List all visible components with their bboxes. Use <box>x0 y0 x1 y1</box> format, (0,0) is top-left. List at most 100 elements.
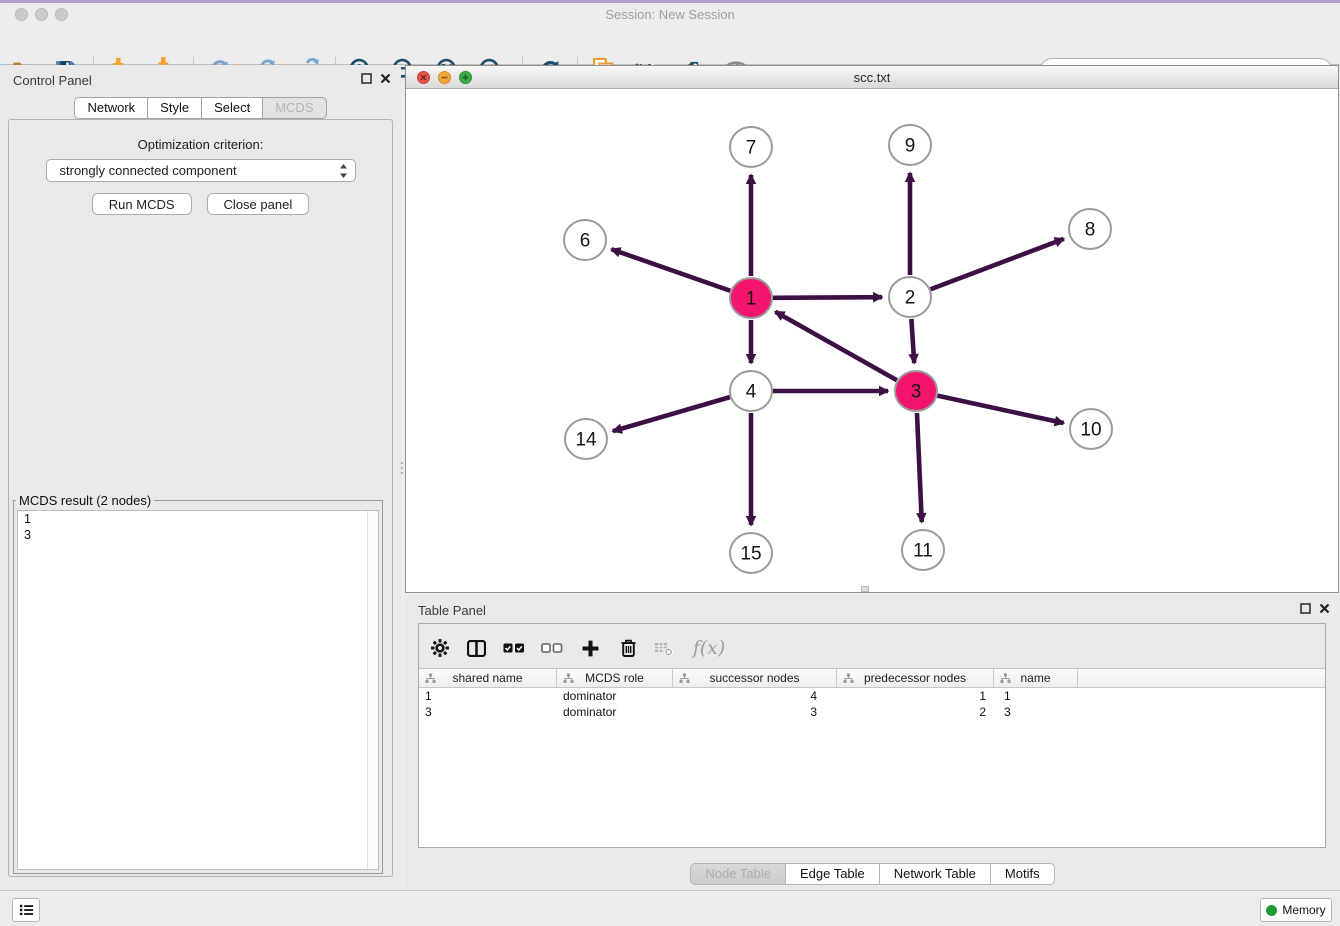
table-row[interactable]: 1dominator411 <box>419 688 1325 704</box>
control-panel-tabs: NetworkStyleSelectMCDS <box>0 97 401 119</box>
table-header-row: shared name MCDS role successor nodes prede… <box>419 669 1325 688</box>
edge-2-8[interactable] <box>931 239 1064 289</box>
float-panel-icon[interactable] <box>1300 603 1311 614</box>
table-toolbar: f(x) <box>419 624 1325 669</box>
add-column-icon[interactable] <box>577 636 603 660</box>
edge-3-10[interactable] <box>937 396 1063 423</box>
control-tab-mcds[interactable]: MCDS <box>263 97 326 119</box>
hierarchy-icon <box>1000 673 1011 684</box>
cell-MCDS-role[interactable]: dominator <box>557 688 673 704</box>
svg-text:10: 10 <box>1080 420 1101 441</box>
table-panel: Table Panel <box>405 595 1340 890</box>
edge-3-11[interactable] <box>917 413 922 522</box>
cell-name[interactable]: 3 <box>994 704 1078 720</box>
criterion-dropdown[interactable]: strongly connected component <box>46 159 356 182</box>
network-graph[interactable]: 7 9 6 8 1 2 4 3 14 10 15 11 <box>406 89 1338 592</box>
edge-3-1[interactable] <box>775 312 896 380</box>
close-panel-icon[interactable] <box>1319 603 1330 614</box>
hierarchy-icon <box>563 673 574 684</box>
column-header-predecessor-nodes[interactable]: predecessor nodes <box>837 669 994 687</box>
node-9[interactable]: 9 <box>889 125 931 165</box>
cell-successor-nodes[interactable]: 3 <box>673 704 837 720</box>
tab-node-table[interactable]: Node Table <box>690 863 786 885</box>
criterion-dropdown-value: strongly connected component <box>60 163 237 178</box>
svg-text:4: 4 <box>746 382 757 403</box>
node-2[interactable]: 2 <box>889 277 931 317</box>
edge-2-3[interactable] <box>911 319 914 363</box>
deselect-all-icon[interactable] <box>539 636 565 660</box>
node-10[interactable]: 10 <box>1070 409 1112 449</box>
function-builder-icon[interactable]: f(x) <box>691 636 727 660</box>
mcds-result-item[interactable]: 3 <box>18 527 378 543</box>
result-scrollbar[interactable] <box>367 511 378 869</box>
node-4[interactable]: 4 <box>730 371 772 411</box>
node-3[interactable]: 3 <box>895 371 937 411</box>
session-title: Session: New Session <box>0 7 1340 22</box>
cell-MCDS-role[interactable]: dominator <box>557 704 673 720</box>
close-panel-icon[interactable] <box>380 73 391 84</box>
tab-edge-table[interactable]: Edge Table <box>786 863 880 885</box>
mcds-result-item[interactable]: 1 <box>18 511 378 527</box>
tab-network-table[interactable]: Network Table <box>880 863 991 885</box>
control-panel: Control Panel NetworkStyleSelectMCDS Opt… <box>0 65 401 890</box>
select-all-icon[interactable] <box>501 636 527 660</box>
splitter-grip[interactable] <box>861 586 869 592</box>
float-panel-icon[interactable] <box>361 73 372 84</box>
node-8[interactable]: 8 <box>1069 209 1111 249</box>
task-history-button[interactable] <box>12 898 40 922</box>
optimization-criterion-label: Optimization criterion: <box>9 137 392 152</box>
node-1[interactable]: 1 <box>730 278 772 318</box>
network-view-title: scc.txt <box>406 70 1338 85</box>
node-14[interactable]: 14 <box>565 419 607 459</box>
control-panel-title: Control Panel <box>13 73 92 88</box>
close-panel-button[interactable]: Close panel <box>207 193 310 215</box>
control-panel-header: Control Panel <box>0 65 401 95</box>
svg-text:2: 2 <box>905 288 916 309</box>
table-row[interactable]: 3dominator323 <box>419 704 1325 720</box>
memory-button[interactable]: Memory <box>1260 898 1332 922</box>
column-header-name[interactable]: name <box>994 669 1078 687</box>
hierarchy-icon <box>425 673 436 684</box>
cell-predecessor-nodes[interactable]: 2 <box>837 704 994 720</box>
node-7[interactable]: 7 <box>730 127 772 167</box>
settings-gear-icon[interactable] <box>427 636 453 660</box>
control-tab-select[interactable]: Select <box>202 97 263 119</box>
edge-1-2[interactable] <box>773 297 882 298</box>
mcds-tab-content: Optimization criterion: strongly connect… <box>8 119 393 877</box>
node-table: f(x) shared name MCDS role successor nodes… <box>418 623 1326 848</box>
vertical-splitter-grip[interactable] <box>400 462 403 480</box>
node-11[interactable]: 11 <box>902 530 944 570</box>
svg-text:6: 6 <box>580 231 591 252</box>
column-header-shared-name[interactable]: shared name <box>419 669 557 687</box>
node-6[interactable]: 6 <box>564 220 606 260</box>
column-label: shared name <box>452 671 522 685</box>
cell-shared-name[interactable]: 1 <box>419 688 557 704</box>
cell-predecessor-nodes[interactable]: 1 <box>837 688 994 704</box>
column-header-successor-nodes[interactable]: successor nodes <box>673 669 837 687</box>
main-titlebar: Session: New Session <box>0 3 1340 26</box>
network-window-titlebar[interactable]: scc.txt <box>406 66 1338 89</box>
node-15[interactable]: 15 <box>730 533 772 573</box>
cell-shared-name[interactable]: 3 <box>419 704 557 720</box>
cell-name[interactable]: 1 <box>994 688 1078 704</box>
cell-successor-nodes[interactable]: 4 <box>673 688 837 704</box>
delete-columns-icon[interactable] <box>615 636 641 660</box>
mcds-result-title: MCDS result (2 nodes) <box>16 493 154 508</box>
mcds-result-list[interactable]: 13 <box>17 510 379 870</box>
edge-4-14[interactable] <box>613 397 730 431</box>
delete-table-icon[interactable] <box>651 636 677 660</box>
split-panel-icon[interactable] <box>463 636 489 660</box>
svg-text:1: 1 <box>746 289 757 310</box>
control-tab-style[interactable]: Style <box>148 97 202 119</box>
column-label: successor nodes <box>709 671 799 685</box>
svg-text:9: 9 <box>905 136 916 157</box>
control-tab-network[interactable]: Network <box>74 97 148 119</box>
application-window: Session: New Session <box>0 0 1340 926</box>
svg-text:15: 15 <box>740 544 761 565</box>
network-canvas[interactable]: 7 9 6 8 1 2 4 3 14 10 15 11 <box>406 89 1338 592</box>
column-label: predecessor nodes <box>864 671 966 685</box>
edge-1-6[interactable] <box>611 249 730 291</box>
column-header-MCDS-role[interactable]: MCDS role <box>557 669 673 687</box>
run-mcds-button[interactable]: Run MCDS <box>92 193 192 215</box>
tab-motifs[interactable]: Motifs <box>991 863 1055 885</box>
